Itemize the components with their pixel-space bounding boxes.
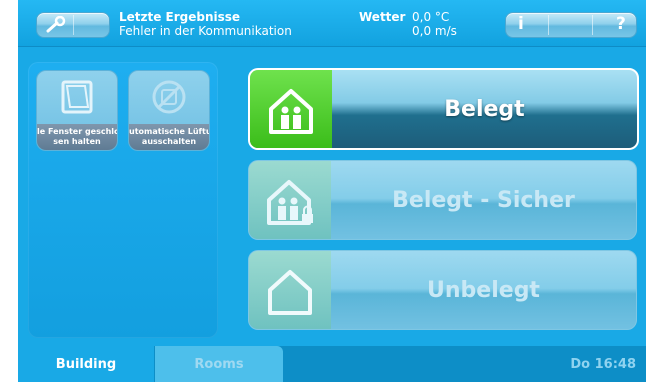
wrench-icon [46, 16, 66, 33]
mode-belegt-button[interactable]: Belegt [248, 68, 639, 150]
mode-icon-box [249, 161, 331, 239]
tools-button[interactable] [36, 12, 110, 38]
tile-label-line1: utomatische Lüftun [129, 127, 209, 136]
tab-building[interactable]: Building [18, 346, 154, 382]
status-title: Letzte Ergebnisse [119, 10, 241, 24]
info-icon[interactable]: i [518, 14, 524, 34]
weather-temperature: 0,0 °C [412, 10, 450, 24]
mode-icon-box [250, 70, 332, 148]
no-ventilation-icon [152, 80, 186, 114]
divider [73, 15, 74, 35]
quick-actions-panel: le Fenster geschlo sen halten utomatisch… [28, 62, 218, 338]
weather-values: 0,0 °C 0,0 m/s [412, 10, 457, 38]
close-windows-button[interactable]: le Fenster geschlo sen halten [36, 70, 118, 151]
info-help-group: i ? [505, 12, 637, 38]
tile-label: le Fenster geschlo sen halten [37, 124, 117, 150]
occupied-house-icon [269, 89, 313, 134]
mode-label: Unbelegt [427, 277, 540, 303]
tile-label-line2: ausschalten [141, 137, 197, 146]
screen: Letzte Ergebnisse Fehler in der Kommunik… [0, 0, 646, 382]
status-message: Fehler in der Kommunikation [119, 24, 292, 38]
disable-ventilation-button[interactable]: utomatische Lüftun ausschalten [128, 70, 210, 151]
mode-label: Belegt - Sicher [392, 187, 575, 213]
tab-rooms[interactable]: Rooms [155, 346, 283, 382]
top-bar: Letzte Ergebnisse Fehler in der Kommunik… [18, 0, 646, 47]
divider [592, 15, 593, 35]
tile-label: utomatische Lüftun ausschalten [129, 124, 209, 150]
help-icon[interactable]: ? [616, 14, 626, 34]
status-text: Letzte Ergebnisse Fehler in der Kommunik… [119, 10, 292, 38]
tile-label-line2: sen halten [53, 137, 101, 146]
empty-house-icon [268, 270, 312, 315]
clock: Do 16:48 [570, 356, 636, 372]
bottom-bar: Building Rooms Do 16:48 [18, 346, 646, 382]
mode-label: Belegt [444, 96, 525, 122]
divider [548, 15, 549, 35]
mode-icon-box [249, 251, 331, 329]
weather-label: Wetter [359, 10, 406, 24]
mode-unbelegt-button[interactable]: Unbelegt [248, 250, 637, 330]
weather-wind: 0,0 m/s [412, 24, 457, 38]
app-window: Letzte Ergebnisse Fehler in der Kommunik… [18, 0, 646, 382]
mode-belegt-sicher-button[interactable]: Belegt - Sicher [248, 160, 637, 240]
occupied-secure-house-icon [267, 180, 313, 225]
window-icon [61, 80, 93, 114]
tile-label-line1: le Fenster geschlo [37, 127, 117, 136]
